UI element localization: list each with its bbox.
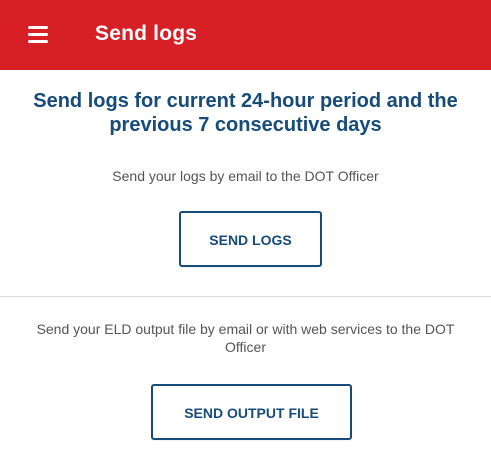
send-logs-description: Send your logs by email to the DOT Offic… — [112, 168, 379, 184]
send-output-description: Send your ELD output file by email or wi… — [36, 321, 455, 355]
content-area: Send logs for current 24-hour period and… — [0, 70, 491, 467]
menu-line-bottom — [28, 40, 48, 43]
menu-line-top — [28, 26, 48, 29]
send-output-section: Send your ELD output file by email or wi… — [0, 297, 491, 467]
menu-icon[interactable] — [28, 24, 54, 46]
menu-line-middle — [28, 33, 48, 36]
page-title: Send logs — [95, 22, 198, 45]
send-logs-heading: Send logs for current 24-hour period and… — [33, 90, 458, 136]
send-output-file-button[interactable]: SEND OUTPUT FILE — [151, 384, 352, 440]
app-bar: Send logs — [0, 0, 491, 70]
send-logs-screen: Send logs Send logs for current 24-hour … — [0, 0, 491, 467]
send-logs-button[interactable]: SEND LOGS — [179, 211, 322, 267]
send-logs-section: Send logs for current 24-hour period and… — [0, 70, 491, 296]
